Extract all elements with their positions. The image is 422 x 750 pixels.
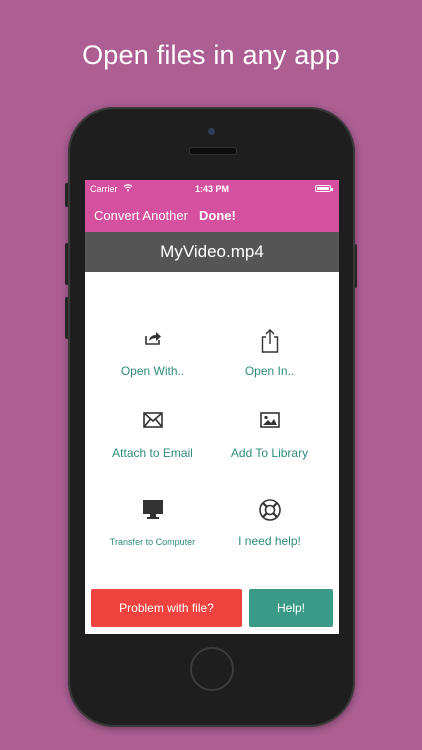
phone-screen: Carrier 1:43 PM Convert Another Done! My…	[85, 180, 339, 634]
open-with-label: Open With..	[120, 364, 185, 378]
need-help-label: I need help!	[238, 534, 301, 548]
open-with-action[interactable]: Open With..	[89, 328, 216, 378]
open-in-label: Open In..	[244, 364, 295, 378]
need-help-action[interactable]: I need help!	[206, 498, 333, 548]
lifebuoy-icon	[206, 498, 333, 528]
home-button[interactable]	[190, 647, 234, 691]
file-title: MyVideo.mp4	[85, 232, 339, 272]
earpiece-speaker	[189, 147, 237, 155]
envelope-icon	[89, 410, 216, 440]
problem-with-file-button[interactable]: Problem with file?	[91, 589, 242, 627]
monitor-icon	[89, 498, 216, 528]
battery-icon	[315, 185, 333, 192]
done-button[interactable]: Done!	[199, 208, 236, 223]
transfer-to-computer-label: Transfer to Computer	[109, 537, 196, 547]
picture-icon	[206, 410, 333, 440]
status-bar: Carrier 1:43 PM	[85, 180, 339, 198]
status-time: 1:43 PM	[194, 184, 229, 194]
front-camera	[208, 128, 215, 135]
navigation-bar: Convert Another Done!	[85, 198, 339, 232]
attach-to-email-label: Attach to Email	[112, 446, 193, 460]
add-to-library-action[interactable]: Add To Library	[206, 410, 333, 460]
transfer-to-computer-action[interactable]: Transfer to Computer	[89, 498, 216, 547]
help-button[interactable]: Help!	[249, 589, 333, 627]
share-arrow-icon	[89, 328, 216, 358]
open-in-action[interactable]: Open In..	[206, 328, 333, 378]
headline: Open files in any app	[82, 40, 340, 70]
share-box-icon	[206, 328, 333, 358]
attach-to-email-action[interactable]: Attach to Email	[89, 410, 216, 460]
convert-another-button[interactable]: Convert Another	[94, 208, 188, 223]
add-to-library-label: Add To Library	[230, 446, 309, 460]
